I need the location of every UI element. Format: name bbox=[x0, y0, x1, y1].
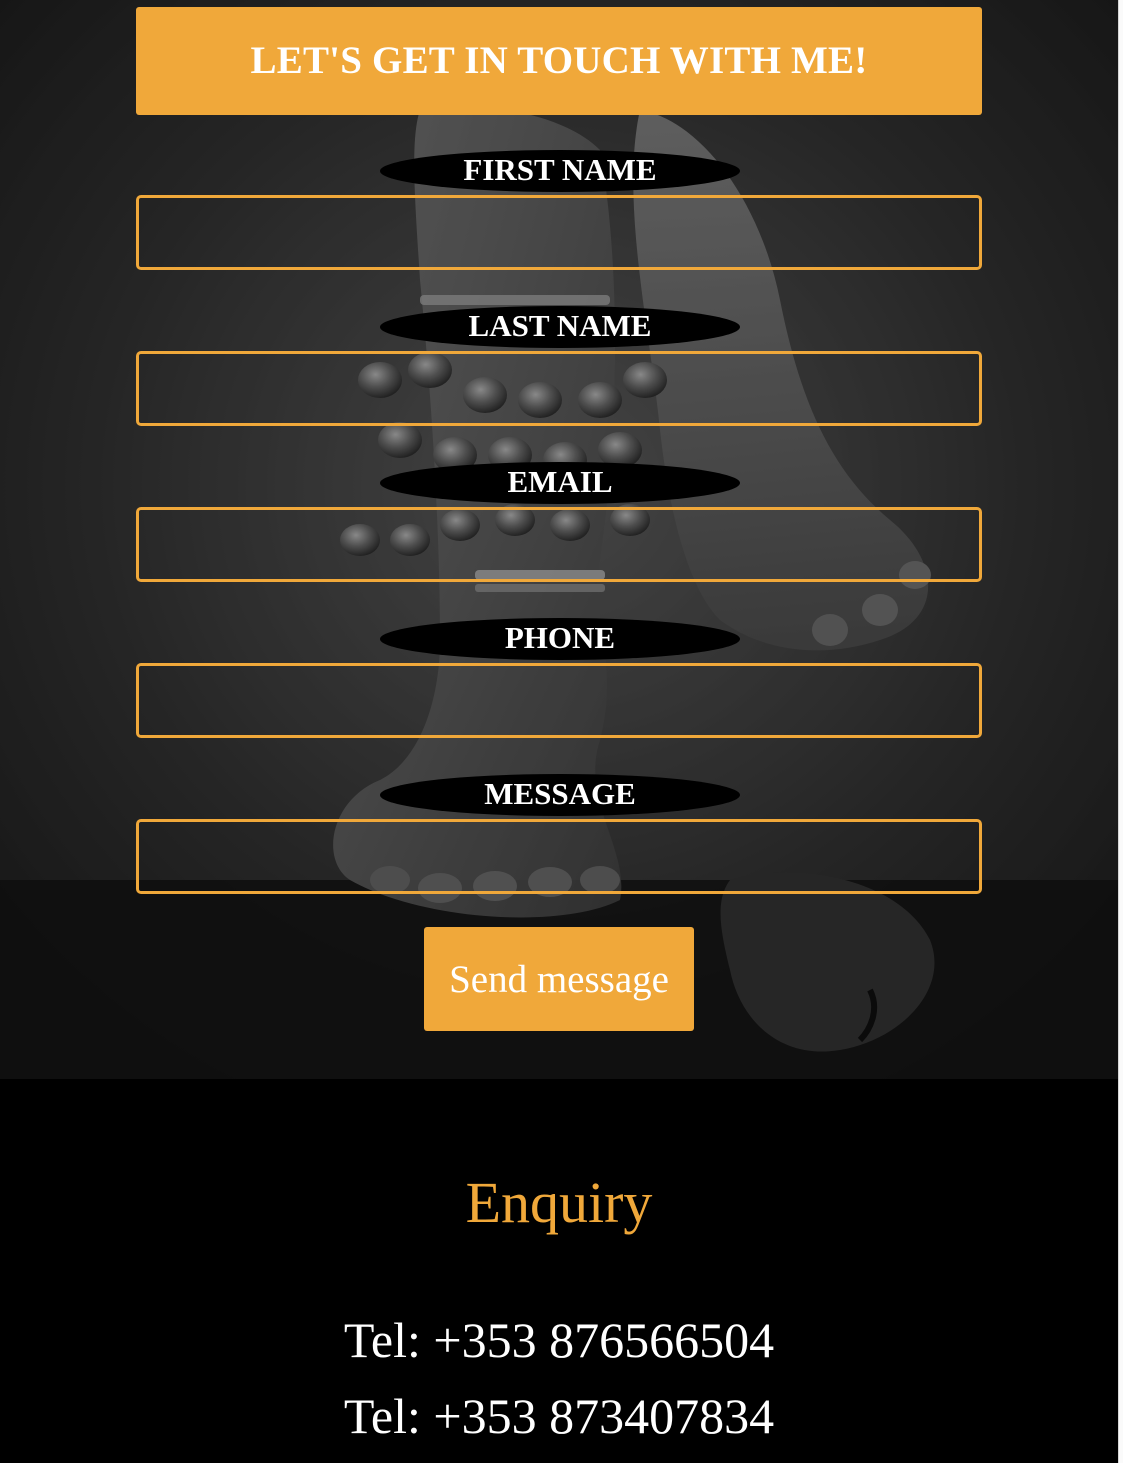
email-label: EMAIL bbox=[380, 462, 740, 504]
enquiry-section: Enquiry Tel: +353 876566504 Tel: +353 87… bbox=[0, 1079, 1118, 1463]
phone-input[interactable] bbox=[136, 663, 982, 738]
last-name-input[interactable] bbox=[136, 351, 982, 426]
first-name-label: FIRST NAME bbox=[380, 150, 740, 192]
enquiry-title: Enquiry bbox=[465, 1170, 653, 1235]
message-input[interactable] bbox=[136, 819, 982, 894]
email-input[interactable] bbox=[136, 507, 982, 582]
message-label: MESSAGE bbox=[380, 774, 740, 816]
last-name-label: LAST NAME bbox=[380, 306, 740, 348]
phone-label: PHONE bbox=[380, 618, 740, 660]
phone-number-1: Tel: +353 876566504 bbox=[343, 1312, 775, 1368]
first-name-input[interactable] bbox=[136, 195, 982, 270]
page: LET'S GET IN TOUCH WITH ME! FIRST NAME L… bbox=[0, 0, 1118, 1463]
phone-number-2: Tel: +353 873407834 bbox=[343, 1388, 775, 1444]
form-title: LET'S GET IN TOUCH WITH ME! bbox=[136, 7, 982, 115]
window-edge bbox=[1118, 0, 1123, 1463]
send-message-button[interactable]: Send message bbox=[424, 927, 694, 1031]
contact-section: LET'S GET IN TOUCH WITH ME! FIRST NAME L… bbox=[0, 0, 1118, 1079]
